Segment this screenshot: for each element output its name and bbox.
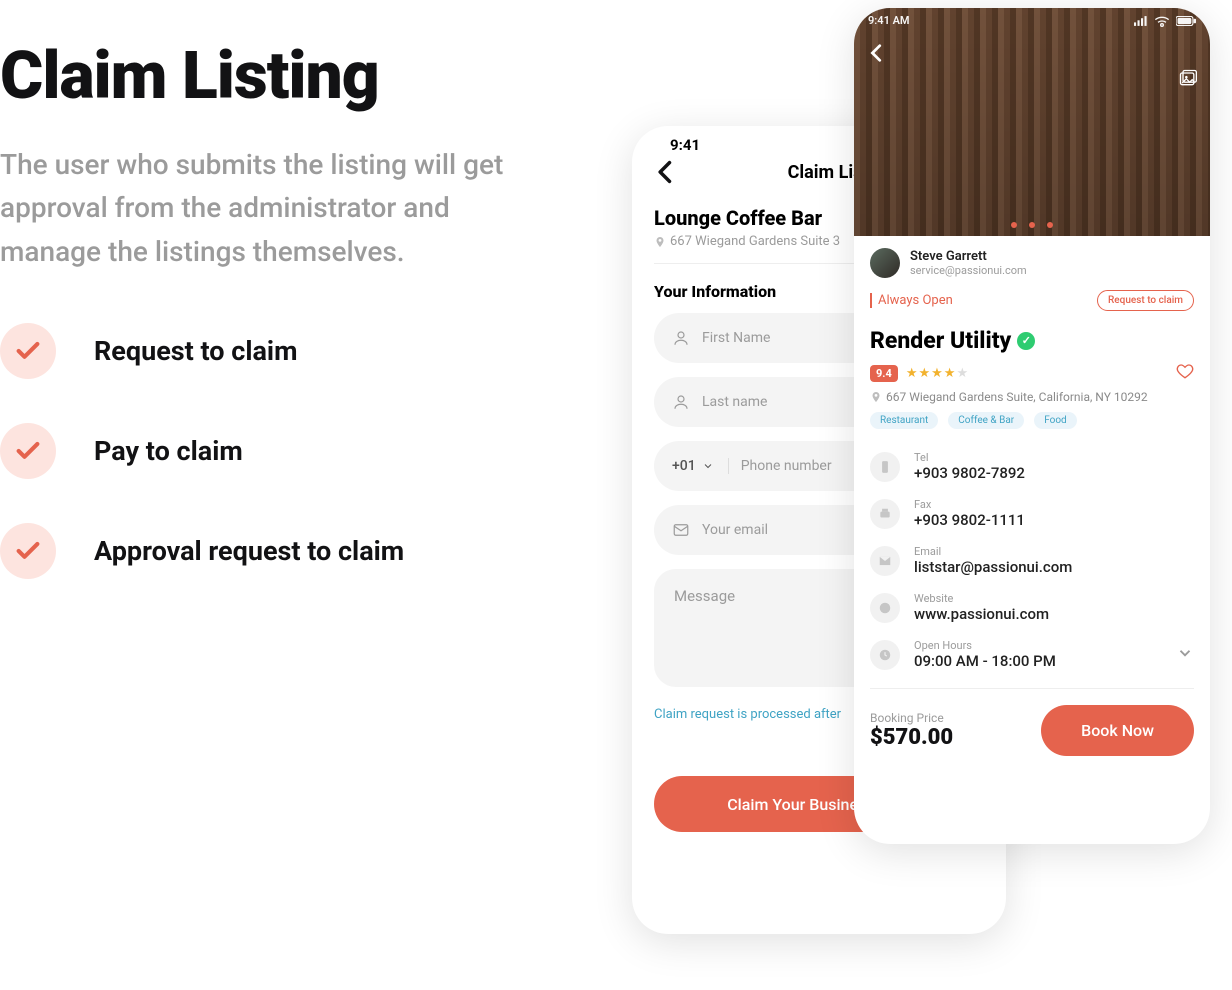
tag[interactable]: Restaurant bbox=[870, 412, 938, 429]
last-name-placeholder: Last name bbox=[702, 394, 767, 410]
listing-address: 667 Wiegand Gardens Suite, California, N… bbox=[886, 390, 1148, 404]
hero-image: 9:41 AM bbox=[854, 8, 1210, 236]
hours-label: Open Hours bbox=[914, 639, 1056, 652]
price-label: Booking Price bbox=[870, 711, 953, 725]
message-placeholder: Message bbox=[674, 587, 735, 605]
signal-icon bbox=[1134, 16, 1148, 26]
open-status: Always Open bbox=[870, 293, 953, 308]
status-icons bbox=[1134, 15, 1196, 27]
tel-label: Tel bbox=[914, 451, 1025, 464]
fax-icon bbox=[870, 499, 900, 529]
price-value: $570.00 bbox=[870, 725, 953, 750]
feature-bullet-text: Approval request to claim bbox=[94, 535, 404, 567]
phone-icon bbox=[870, 452, 900, 482]
info-row-email[interactable]: Email liststar@passionui.com bbox=[870, 537, 1194, 584]
wifi-icon bbox=[1154, 15, 1170, 27]
feature-bullet: Approval request to claim bbox=[0, 523, 560, 579]
listing-title: Render Utility bbox=[870, 327, 1011, 354]
back-icon[interactable] bbox=[866, 42, 888, 68]
rating-stars: ★★★★★ bbox=[906, 366, 969, 381]
carousel-dot[interactable] bbox=[1029, 222, 1035, 228]
fax-label: Fax bbox=[914, 498, 1025, 511]
feature-bullet: Pay to claim bbox=[0, 423, 560, 479]
owner-email: service@passionui.com bbox=[910, 264, 1027, 277]
carousel-dot[interactable] bbox=[1011, 222, 1017, 228]
tag[interactable]: Coffee & Bar bbox=[948, 412, 1024, 429]
first-name-placeholder: First Name bbox=[702, 330, 770, 346]
heart-icon[interactable] bbox=[1176, 362, 1194, 384]
status-time: 9:41 AM bbox=[868, 14, 910, 27]
business-address: 667 Wiegand Gardens Suite 3 bbox=[670, 234, 840, 249]
user-icon bbox=[672, 393, 690, 411]
owner-name: Steve Garrett bbox=[910, 249, 1027, 264]
request-to-claim-button[interactable]: Request to claim bbox=[1097, 290, 1194, 311]
feature-bullet-text: Request to claim bbox=[94, 335, 297, 367]
info-row-website[interactable]: Website www.passionui.com bbox=[870, 584, 1194, 631]
feature-bullet-text: Pay to claim bbox=[94, 435, 243, 467]
website-label: Website bbox=[914, 592, 1049, 605]
gallery-icon[interactable] bbox=[1178, 68, 1198, 88]
user-icon bbox=[672, 329, 690, 347]
email-placeholder: Your email bbox=[702, 522, 768, 538]
battery-icon bbox=[1176, 16, 1196, 26]
rating-badge: 9.4 bbox=[870, 365, 898, 382]
book-now-button[interactable]: Book Now bbox=[1041, 705, 1194, 756]
chevron-down-icon[interactable] bbox=[1176, 644, 1194, 666]
hours-value: 09:00 AM - 18:00 PM bbox=[914, 652, 1056, 670]
website-value: www.passionui.com bbox=[914, 605, 1049, 623]
listing-detail-screen: 9:41 AM Steve Garrett service@passionui.… bbox=[854, 8, 1210, 844]
pin-icon bbox=[870, 391, 882, 403]
phone-placeholder: Phone number bbox=[741, 458, 832, 474]
feature-bullet: Request to claim bbox=[0, 323, 560, 379]
clock-icon bbox=[870, 640, 900, 670]
phone-prefix-value: +01 bbox=[672, 458, 696, 474]
chevron-down-icon bbox=[702, 460, 714, 472]
page-description: The user who submits the listing will ge… bbox=[0, 143, 520, 273]
page-title: Claim Listing bbox=[0, 38, 560, 115]
pin-icon bbox=[654, 236, 666, 248]
mail-icon bbox=[870, 546, 900, 576]
check-icon bbox=[0, 523, 56, 579]
email-value: liststar@passionui.com bbox=[914, 558, 1072, 576]
status-time: 9:41 bbox=[670, 136, 700, 154]
tel-value: +903 9802-7892 bbox=[914, 464, 1025, 482]
tag[interactable]: Food bbox=[1034, 412, 1076, 429]
info-row-fax[interactable]: Fax +903 9802-1111 bbox=[870, 490, 1194, 537]
mail-icon bbox=[672, 521, 690, 539]
carousel-dots[interactable] bbox=[1011, 222, 1053, 228]
check-icon bbox=[0, 323, 56, 379]
verified-icon: ✓ bbox=[1017, 332, 1035, 350]
email-label: Email bbox=[914, 545, 1072, 558]
avatar[interactable] bbox=[870, 248, 900, 278]
carousel-dot[interactable] bbox=[1047, 222, 1053, 228]
phone-prefix-select[interactable]: +01 bbox=[672, 458, 729, 474]
globe-icon bbox=[870, 593, 900, 623]
check-icon bbox=[0, 423, 56, 479]
info-row-tel[interactable]: Tel +903 9802-7892 bbox=[870, 443, 1194, 490]
info-row-hours[interactable]: Open Hours 09:00 AM - 18:00 PM bbox=[870, 631, 1194, 678]
fax-value: +903 9802-1111 bbox=[914, 511, 1025, 529]
